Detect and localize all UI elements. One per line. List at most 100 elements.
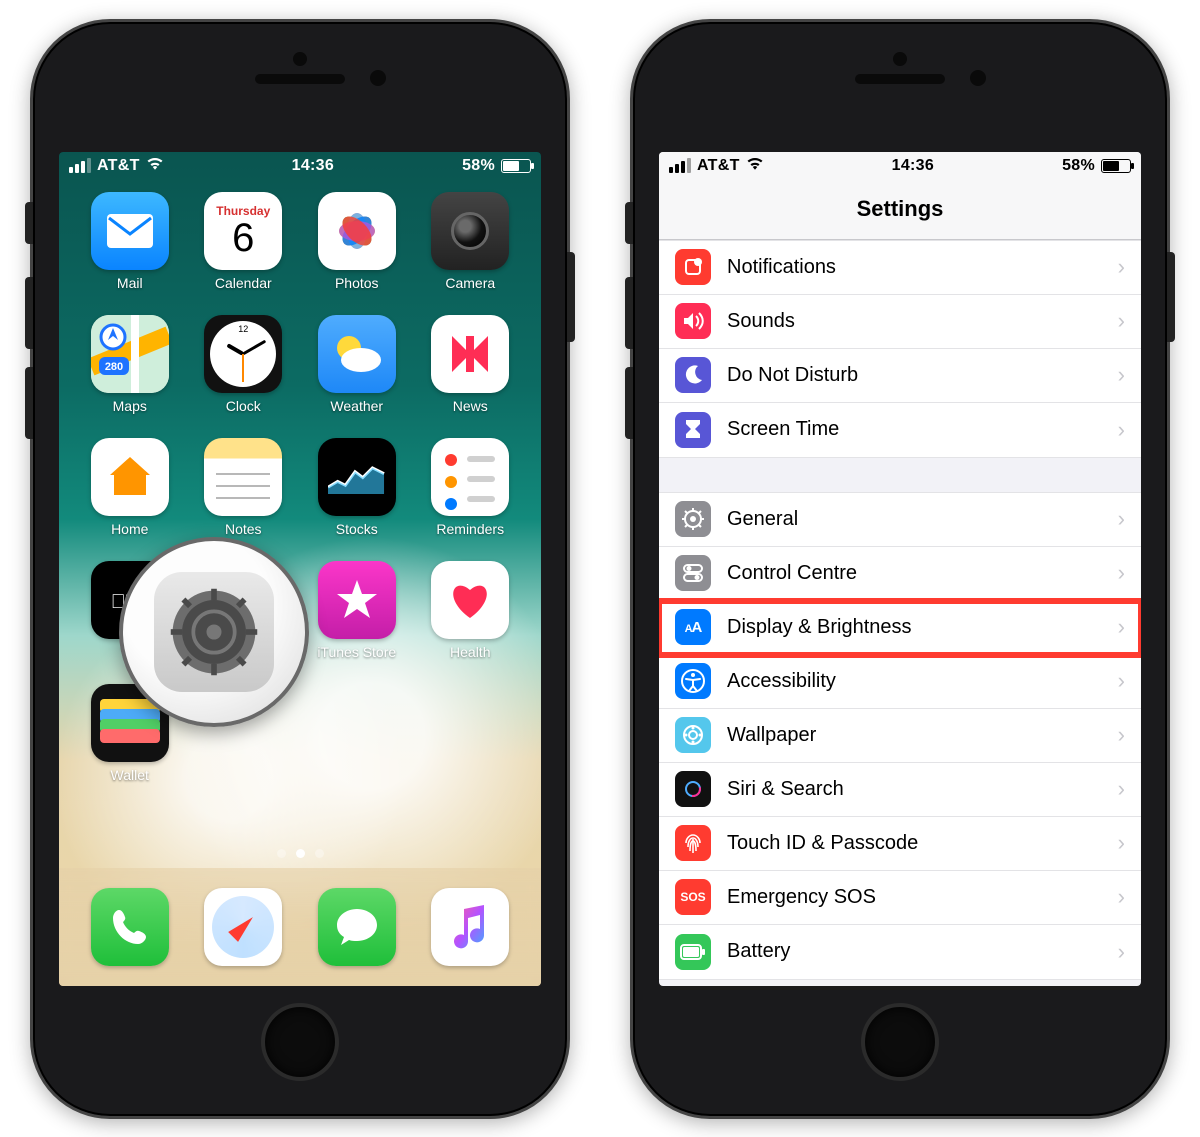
- notes-icon: [204, 438, 282, 516]
- app-label: Wallet: [111, 767, 149, 783]
- controlcentre-icon: [675, 555, 711, 591]
- row-label: Do Not Disturb: [727, 364, 1118, 387]
- settings-row-controlcentre[interactable]: Control Centre›: [659, 547, 1141, 601]
- row-label: Notifications: [727, 256, 1118, 279]
- mute-switch[interactable]: [25, 202, 33, 244]
- app-reminders[interactable]: Reminders: [414, 438, 528, 537]
- settings-row-battery[interactable]: Battery›: [659, 925, 1141, 979]
- screen-settings: AT&T 14:36 58% Settings Notifications›So…: [659, 152, 1141, 986]
- settings-row-accessibility[interactable]: Accessibility›: [659, 655, 1141, 709]
- camera-icon: [431, 192, 509, 270]
- app-phone[interactable]: [91, 888, 169, 966]
- settings-row-touchid[interactable]: Touch ID & Passcode›: [659, 817, 1141, 871]
- app-notes[interactable]: Notes: [187, 438, 301, 537]
- tv-icon: tv: [91, 561, 169, 639]
- settings-row-notifications[interactable]: Notifications›: [659, 241, 1141, 295]
- volume-up-button[interactable]: [625, 277, 633, 349]
- app-health[interactable]: Health: [414, 561, 528, 660]
- settings-row-sos[interactable]: SOSEmergency SOS›: [659, 871, 1141, 925]
- home-button[interactable]: [861, 1003, 939, 1081]
- display-icon: AA: [675, 609, 711, 645]
- earpiece-speaker: [855, 74, 945, 84]
- app-weather[interactable]: Weather: [300, 315, 414, 414]
- app-news[interactable]: News: [414, 315, 528, 414]
- list-group: General›Control Centre› AADisplay & Brig…: [659, 492, 1141, 980]
- app-label: Weather: [330, 398, 383, 414]
- power-button[interactable]: [1167, 252, 1175, 342]
- app-label: News: [453, 398, 488, 414]
- row-label: Display & Brightness: [727, 616, 1118, 639]
- chevron-right-icon: ›: [1118, 254, 1125, 280]
- app-label: Calendar: [215, 275, 272, 291]
- settings-row-sounds[interactable]: Sounds›: [659, 295, 1141, 349]
- volume-down-button[interactable]: [625, 367, 633, 439]
- calendar-icon: Thursday 6: [204, 192, 282, 270]
- app-home[interactable]: Home: [73, 438, 187, 537]
- page-title: Settings: [857, 196, 944, 222]
- row-label: Battery: [727, 940, 1118, 963]
- app-messages[interactable]: [318, 888, 396, 966]
- volume-down-button[interactable]: [25, 367, 33, 439]
- chevron-right-icon: ›: [1118, 362, 1125, 388]
- dock: [59, 868, 541, 986]
- app-music[interactable]: [431, 888, 509, 966]
- notifications-icon: [675, 249, 711, 285]
- app-wallet[interactable]: Wallet: [73, 684, 187, 783]
- chevron-right-icon: ›: [1118, 939, 1125, 965]
- chevron-right-icon: ›: [1118, 668, 1125, 694]
- front-camera: [970, 70, 986, 86]
- app-mail[interactable]: Mail: [73, 192, 187, 291]
- app-label: App Store: [212, 644, 274, 660]
- itunes-icon: [318, 561, 396, 639]
- home-apps-grid: Mail Thursday 6 Calendar: [59, 186, 541, 783]
- app-appstore[interactable]: App Store: [187, 561, 301, 660]
- power-button[interactable]: [567, 252, 575, 342]
- wallpaper-icon: [675, 717, 711, 753]
- app-label: Camera: [445, 275, 495, 291]
- accessibility-icon: [675, 663, 711, 699]
- app-label: TV: [121, 644, 139, 660]
- app-maps[interactable]: 280 Maps: [73, 315, 187, 414]
- chevron-right-icon: ›: [1118, 614, 1125, 640]
- app-itunes[interactable]: iTunes Store: [300, 561, 414, 660]
- app-stocks[interactable]: Stocks: [300, 438, 414, 537]
- home-button[interactable]: [261, 1003, 339, 1081]
- row-label: Sounds: [727, 310, 1118, 333]
- mute-switch[interactable]: [625, 202, 633, 244]
- settings-row-general[interactable]: General›: [659, 493, 1141, 547]
- chevron-right-icon: ›: [1118, 884, 1125, 910]
- news-icon: [431, 315, 509, 393]
- settings-row-siri[interactable]: Siri & Search›: [659, 763, 1141, 817]
- app-safari[interactable]: [204, 888, 282, 966]
- touchid-icon: [675, 825, 711, 861]
- general-icon: [675, 501, 711, 537]
- signal-icon: [69, 158, 91, 173]
- row-label: Screen Time: [727, 418, 1118, 441]
- settings-list[interactable]: Notifications›Sounds›Do Not Disturb›Scre…: [659, 240, 1141, 986]
- chevron-right-icon: ›: [1118, 308, 1125, 334]
- page-indicator[interactable]: [59, 849, 541, 858]
- settings-row-display[interactable]: AA Display & Brightness›: [659, 601, 1141, 655]
- app-tv[interactable]: tv TV: [73, 561, 187, 660]
- nav-title-bar: Settings: [659, 180, 1141, 240]
- app-label: Home: [111, 521, 148, 537]
- app-clock[interactable]: Clock: [187, 315, 301, 414]
- app-photos[interactable]: Photos: [300, 192, 414, 291]
- settings-row-dnd[interactable]: Do Not Disturb›: [659, 349, 1141, 403]
- volume-up-button[interactable]: [25, 277, 33, 349]
- home-icon: [91, 438, 169, 516]
- app-calendar[interactable]: Thursday 6 Calendar: [187, 192, 301, 291]
- settings-row-wallpaper[interactable]: Wallpaper›: [659, 709, 1141, 763]
- app-camera[interactable]: Camera: [414, 192, 528, 291]
- status-time: 14:36: [892, 157, 934, 175]
- settings-row-screentime[interactable]: Screen Time›: [659, 403, 1141, 457]
- app-label: Notes: [225, 521, 262, 537]
- row-label: Emergency SOS: [727, 886, 1118, 909]
- screentime-icon: [675, 412, 711, 448]
- row-label: Accessibility: [727, 670, 1118, 693]
- chevron-right-icon: ›: [1118, 560, 1125, 586]
- wifi-icon: [146, 156, 164, 175]
- carrier-label: AT&T: [697, 157, 740, 175]
- row-label: General: [727, 508, 1118, 531]
- app-label: Health: [450, 644, 490, 660]
